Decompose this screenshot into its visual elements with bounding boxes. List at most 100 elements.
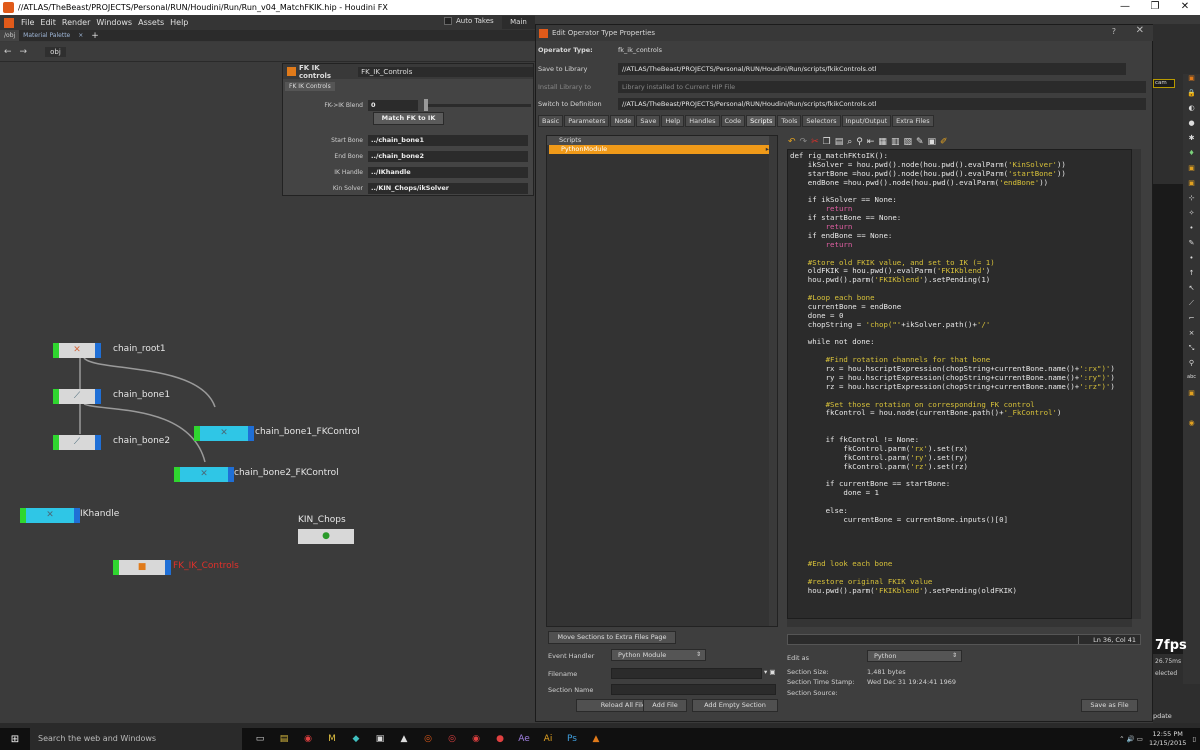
node-render-flag[interactable] [248,426,254,441]
node-body[interactable]: ✕ [180,467,228,482]
bulb-icon[interactable]: ✱ [1183,134,1200,149]
node-render-flag[interactable] [95,435,101,450]
script-item-pythonmodule[interactable]: PythonModule [549,145,771,154]
tab-extra-files[interactable]: Extra Files [892,115,934,127]
help-icon[interactable]: ? [1112,27,1116,36]
event-handler-select[interactable]: Python Module [611,649,706,661]
lock-icon[interactable]: ▣ [1183,74,1200,89]
render-icon[interactable]: ▣ [1183,389,1200,404]
dot-icon[interactable]: • [1183,224,1200,239]
tool-icon[interactable]: ⤡ [1183,344,1200,359]
tab-code[interactable]: Code [720,115,746,127]
app-orb-icon[interactable]: ● [488,728,512,750]
switch-definition-field[interactable]: //ATLAS/TheBeast/PROJECTS/Personal/RUN/H… [618,98,1146,110]
close-icon[interactable]: ✕ [1136,25,1144,36]
undo-icon[interactable]: ↶ [788,137,796,147]
light-icon[interactable]: ● [1183,119,1200,134]
save-to-library-field[interactable]: //ATLAS/TheBeast/PROJECTS/Personal/RUN/H… [618,63,1126,75]
app-mountain-icon[interactable]: ▲ [392,728,416,750]
node-body[interactable]: ■ [119,560,165,575]
menu-assets[interactable]: Assets [138,18,164,27]
node-render-flag[interactable] [95,343,101,358]
app-sphere-icon[interactable]: ◎ [440,728,464,750]
snap-icon[interactable]: ▣ [1183,164,1200,179]
edit-icon[interactable]: ✎ [1183,239,1200,254]
network-path[interactable]: obj [45,46,66,57]
app-cube-icon[interactable]: ◆ [344,728,368,750]
slash-icon[interactable]: ⟋ [1183,299,1200,314]
node-render-flag[interactable] [165,560,171,575]
tab-tools[interactable]: Tools [777,115,802,127]
app-sphere-icon-2[interactable]: ◉ [464,728,488,750]
section-name-field[interactable] [611,684,776,695]
tab-save[interactable]: Save [636,115,661,127]
taskbar-search[interactable]: Search the web and Windows [30,728,242,750]
node-chain-bone1-fkcontrol[interactable]: ✕ chain_bone1_FKControl [194,426,360,441]
tab-handles[interactable]: Handles [685,115,720,127]
node-body[interactable]: ✕ [26,508,74,523]
link-icon[interactable]: ⚲ [1183,359,1200,374]
menu-file[interactable]: File [21,18,34,27]
code-editor[interactable]: def rig_matchFKtoIK(): ikSolver = hou.pw… [787,149,1132,619]
node-kin-chops[interactable]: ● KIN_Chops [298,515,354,544]
node-name-field[interactable]: FK_IK_Controls [358,66,533,77]
add-tab-icon[interactable]: + [91,31,99,41]
tab-help[interactable]: Help [661,115,685,127]
tab-parameters[interactable]: Parameters [564,115,610,127]
ik-handle-field[interactable]: ../IKhandle [368,166,528,178]
clock[interactable]: 12:55 PM 12/15/2015 [1149,730,1186,748]
desktop-selector[interactable]: Main [502,16,535,29]
text-icon[interactable]: abc [1183,374,1200,389]
tab-basic[interactable]: Basic [538,115,564,127]
match-fk-to-ik-button[interactable]: Match FK to IK [373,112,444,125]
arrow-icon[interactable]: ✧ [1183,209,1200,224]
camera-menu[interactable]: cam [1153,79,1175,88]
task-view-icon[interactable]: ▭ [248,728,272,750]
vlc-icon[interactable]: ▲ [584,728,608,750]
node-body[interactable]: ✕ [59,343,95,358]
chrome-icon[interactable]: ◉ [296,728,320,750]
start-bone-field[interactable]: ../chain_bone1 [368,134,528,146]
snap-icon-2[interactable]: ▣ [1183,179,1200,194]
tab-scripts[interactable]: Scripts [746,115,777,127]
auto-takes-toggle[interactable]: Auto Takes [444,17,494,25]
node-render-flag[interactable] [95,389,101,404]
app-window-icon[interactable]: ▣ [368,728,392,750]
auto-takes-checkbox[interactable] [444,17,452,25]
scripts-list[interactable]: Scripts PythonModule [546,135,778,627]
illustrator-icon[interactable]: Ai [536,728,560,750]
bracket-icon[interactable]: ⌐ [1183,314,1200,329]
back-arrow-icon[interactable]: ← [4,47,12,57]
up-icon[interactable]: ↑ [1183,269,1200,284]
menu-windows[interactable]: Windows [96,18,132,27]
lock-icon-2[interactable]: 🔒 [1183,89,1200,104]
edit-as-select[interactable]: Python [867,650,962,662]
code-text[interactable]: def rig_matchFKtoIK(): ikSolver = hou.pw… [788,150,1131,596]
photoshop-icon[interactable]: Ps [560,728,584,750]
replace-icon[interactable]: ⚲ [856,137,863,147]
code-vertical-scrollbar[interactable] [1132,149,1141,619]
tab-node[interactable]: Node [610,115,636,127]
save-as-file-button[interactable]: Save as File [1081,699,1138,712]
flipbook-icon[interactable]: ◉ [1183,419,1200,434]
node-body[interactable]: ✕ [200,426,248,441]
close-button[interactable]: ✕ [1170,0,1200,15]
node-chain-bone2[interactable]: ⟋ chain_bone2 [53,435,170,450]
install-library-field[interactable]: Library installed to Current HIP File [618,81,1146,93]
paste-icon[interactable]: ▤ [835,137,844,147]
redo-icon[interactable]: ↷ [800,137,808,147]
update-mode[interactable]: pdate [1153,712,1172,720]
file-explorer-icon[interactable]: ▤ [272,728,296,750]
chat-icon[interactable]: ▣ [928,137,937,147]
houdini-task-icon[interactable]: ◎ [416,728,440,750]
forward-arrow-icon[interactable]: → [20,47,28,57]
kin-solver-field[interactable]: ../KIN_Chops/ikSolver [368,182,528,194]
tab-input-output[interactable]: Input/Output [841,115,892,127]
menu-help[interactable]: Help [170,18,188,27]
filename-field[interactable] [611,668,762,679]
blend-slider-rail[interactable] [426,104,531,107]
export-icon[interactable]: ▥ [891,137,900,147]
node-chain-root1[interactable]: ✕ chain_root1 [53,343,166,358]
node-body[interactable]: ⟋ [59,389,95,404]
info-icon[interactable]: ♦ [1183,149,1200,164]
